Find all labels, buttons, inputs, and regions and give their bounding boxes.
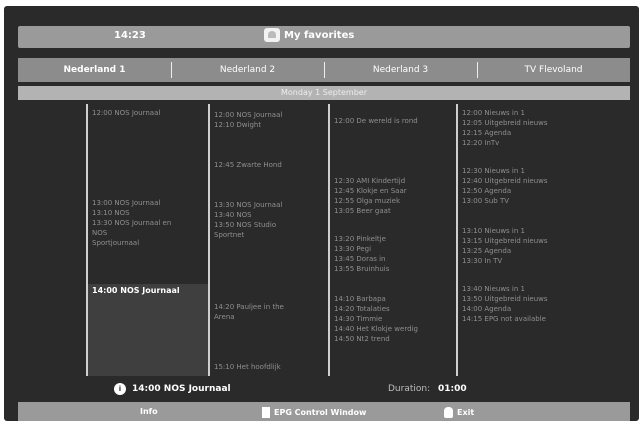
program-cell[interactable]: 13:20 Pinkeltje 13:30 Pegi 13:45 Doras i… xyxy=(334,234,389,274)
program-cell[interactable]: 12:00 NOS Journaal xyxy=(92,108,160,118)
program-cell[interactable]: 12:45 Zwarte Hond xyxy=(214,160,282,170)
now-playing-bar: i 14:00 NOS Journaal Duration: 01:00 xyxy=(18,382,630,398)
channel-tabs: Nederland 1 Nederland 2 Nederland 3 TV F… xyxy=(18,58,630,82)
favorites-title: My favorites xyxy=(264,28,354,42)
document-icon xyxy=(262,407,270,418)
channel-tab-tv-flevoland[interactable]: TV Flevoland xyxy=(477,58,630,82)
tv-epg-screen: 14:23 My favorites Nederland 1 Nederland… xyxy=(4,6,639,421)
exit-button[interactable]: Exit xyxy=(444,407,474,418)
program-cell[interactable]: 12:30 AMI Kindertijd 12:45 Klokje en Saa… xyxy=(334,176,407,216)
program-cell[interactable]: 12:00 Nieuws in 1 12:05 Uitgebreid nieuw… xyxy=(462,108,548,148)
program-cell[interactable]: 12:00 NOS Journaal 12:10 Dwight xyxy=(214,110,282,130)
epg-column-nederland-1: 12:00 NOS Journaal 13:00 NOS Journaal 13… xyxy=(86,104,208,376)
info-button-label: Info xyxy=(140,407,158,416)
program-cell[interactable]: 12:30 Nieuws in 1 12:40 Uitgebreid nieuw… xyxy=(462,166,548,206)
program-cell[interactable]: 13:40 Nieuws in 1 13:50 Uitgebreid nieuw… xyxy=(462,284,548,324)
favorites-label: My favorites xyxy=(284,29,355,41)
info-icon: i xyxy=(114,383,126,395)
date-bar: Monday 1 September xyxy=(18,86,630,100)
epg-column-nederland-3: 12:00 De wereld is rond 12:30 AMI Kinder… xyxy=(328,104,456,376)
program-cell[interactable]: 12:00 De wereld is rond xyxy=(334,116,418,126)
epg-control-label: EPG Control Window xyxy=(274,408,367,417)
program-cell[interactable]: 15:10 Het hoofdlijk xyxy=(214,362,281,372)
info-button[interactable]: Info xyxy=(140,407,158,416)
epg-column-nederland-2: 12:00 NOS Journaal 12:10 Dwight 12:45 Zw… xyxy=(208,104,328,376)
program-cell-selected[interactable]: 14:00 NOS Journaal xyxy=(92,286,180,296)
duration-label: Duration: xyxy=(388,384,431,394)
epg-control-button[interactable]: EPG Control Window xyxy=(262,407,366,418)
program-cell[interactable]: 14:20 Pauljee in the Arena xyxy=(214,302,284,322)
footer-bar: Info EPG Control Window Exit xyxy=(18,402,630,421)
favorites-icon xyxy=(264,28,280,42)
clock: 14:23 xyxy=(114,30,146,41)
exit-label: Exit xyxy=(457,408,475,417)
selected-program-highlight xyxy=(88,284,208,376)
hand-icon xyxy=(444,407,453,418)
duration-value: 01:00 xyxy=(438,384,467,394)
program-cell[interactable]: 13:30 NOS Journaal 13:40 NOS 13:50 NOS S… xyxy=(214,200,282,240)
channel-tab-nederland-1[interactable]: Nederland 1 xyxy=(18,58,171,82)
epg-grid: 12:00 NOS Journaal 13:00 NOS Journaal 13… xyxy=(86,104,566,376)
channel-tab-nederland-3[interactable]: Nederland 3 xyxy=(324,58,477,82)
program-cell[interactable]: 13:00 NOS Journaal 13:10 NOS 13:30 NOS J… xyxy=(92,198,171,248)
now-playing-title: 14:00 NOS Journaal xyxy=(132,384,231,394)
program-cell[interactable]: 14:10 Barbapa 14:20 Totalaties 14:30 Tim… xyxy=(334,294,418,344)
channel-tab-nederland-2[interactable]: Nederland 2 xyxy=(171,58,324,82)
header-bar: 14:23 My favorites xyxy=(18,26,630,48)
program-cell[interactable]: 13:10 Nieuws in 1 13:15 Uitgebreid nieuw… xyxy=(462,226,548,266)
epg-column-tv-flevoland: 12:00 Nieuws in 1 12:05 Uitgebreid nieuw… xyxy=(456,104,566,376)
